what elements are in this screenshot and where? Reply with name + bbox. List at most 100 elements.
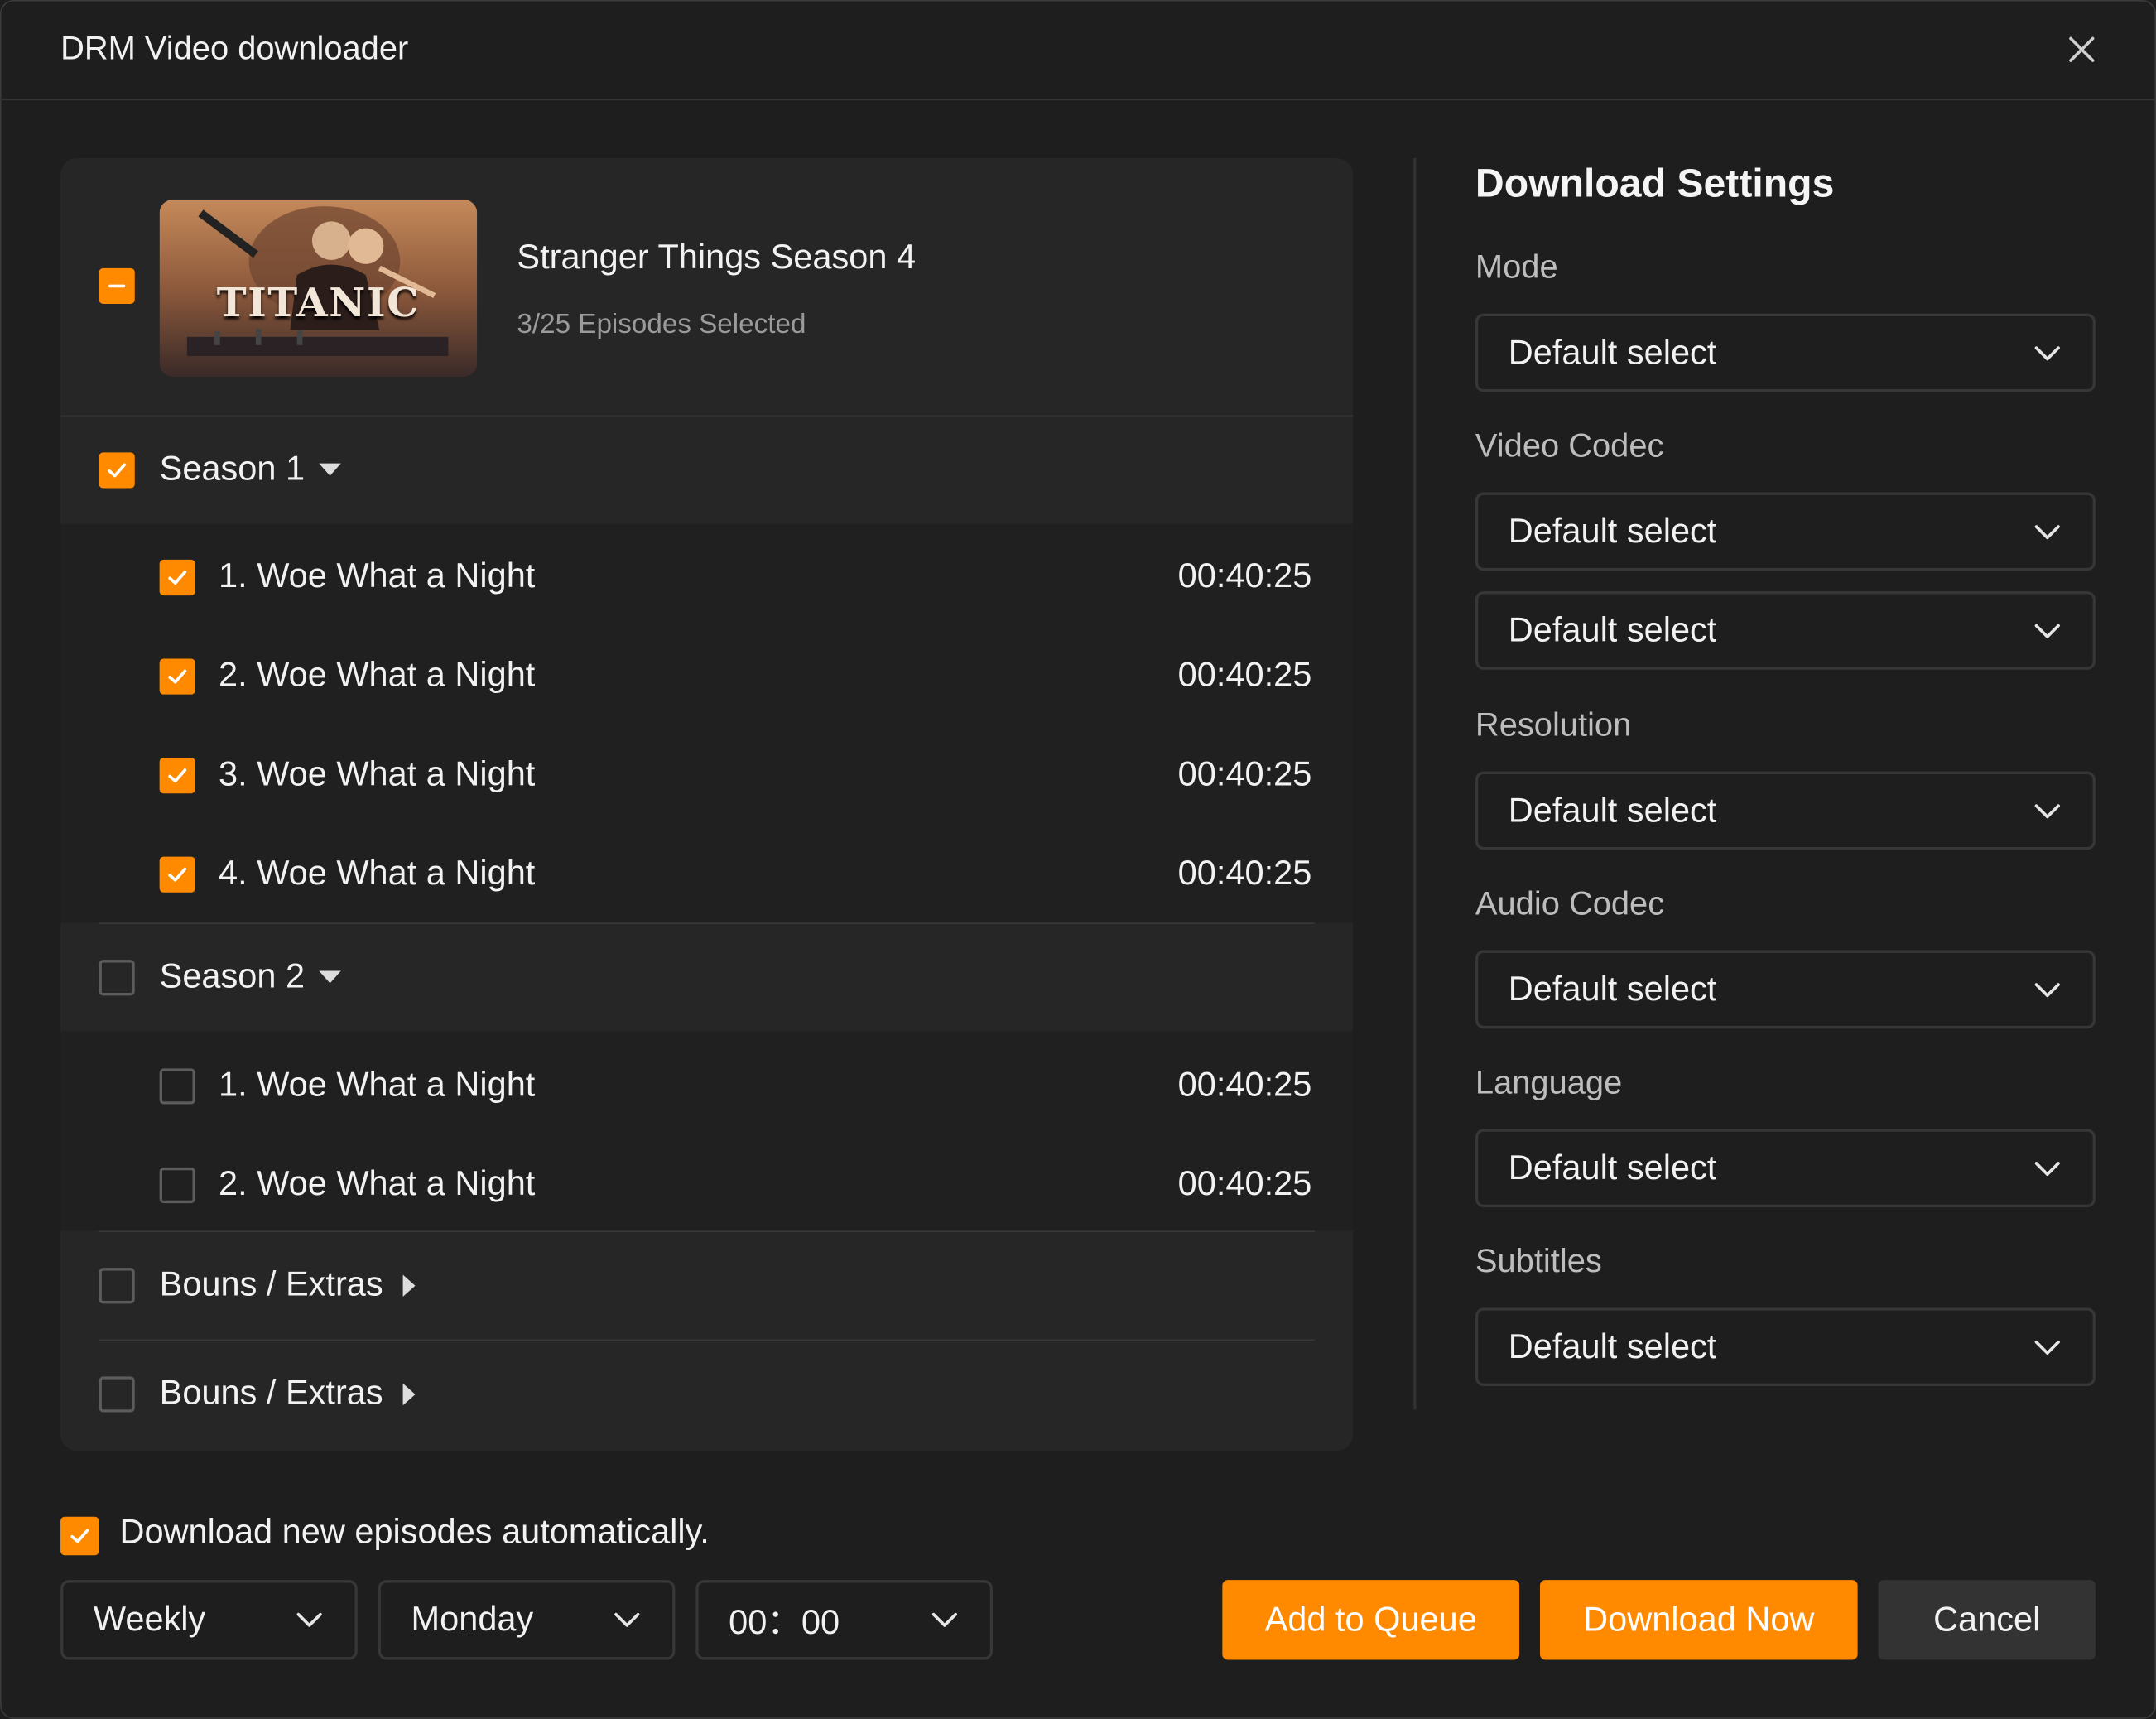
subtitles-label: Subtitles	[1475, 1243, 1602, 1281]
episode-title: 4. Woe What a Night	[219, 854, 536, 893]
audio-codec-select-value: Default select	[1508, 969, 1717, 1009]
episode-row[interactable]: 1. Woe What a Night 00:40:25	[60, 524, 1353, 624]
extras-1-checkbox[interactable]	[99, 1268, 135, 1304]
audio-codec-select[interactable]: Default select	[1475, 950, 2096, 1029]
caret-right-icon	[402, 1274, 415, 1297]
download-now-button[interactable]: Download Now	[1539, 1580, 1858, 1660]
day-select[interactable]: Monday	[378, 1580, 676, 1660]
episode-row[interactable]: 1. Woe What a Night 00:40:25	[60, 1036, 1353, 1135]
season-1-episodes: 1. Woe What a Night 00:40:25 2. Woe What…	[60, 523, 1354, 923]
episode-row[interactable]: 2. Woe What a Night 00:40:25	[60, 623, 1353, 722]
season-2-label: Season 2	[159, 956, 306, 996]
show-header: TITANIC Stranger Things Season 4 3/25 Ep…	[60, 158, 1354, 417]
time-select-value: 00：00	[729, 1603, 840, 1642]
chevron-down-icon	[2034, 623, 2060, 638]
caret-down-icon	[318, 970, 341, 984]
video-codec-label: Video Codec	[1475, 427, 1664, 465]
season-2-toggle[interactable]: Season 2	[160, 957, 341, 997]
language-select-value: Default select	[1508, 1148, 1717, 1187]
season-1-toggle[interactable]: Season 1	[160, 450, 341, 489]
episode-panel: TITANIC Stranger Things Season 4 3/25 Ep…	[60, 157, 1354, 1452]
add-to-queue-button[interactable]: Add to Queue	[1222, 1580, 1520, 1660]
episode-checkbox[interactable]	[159, 758, 195, 794]
resolution-select-value: Default select	[1508, 790, 1717, 830]
episodes-selected-count: 3/25 Episodes Selected	[517, 309, 806, 340]
thumbnail-title-text: TITANIC	[216, 279, 421, 326]
season-2-episodes: 1. Woe What a Night 00:40:25 2. Woe What…	[60, 1031, 1354, 1234]
episode-duration: 00:40:25	[1177, 1164, 1312, 1204]
subtitles-select[interactable]: Default select	[1475, 1307, 2096, 1386]
episode-checkbox[interactable]	[159, 658, 195, 695]
frequency-select-value: Weekly	[93, 1600, 206, 1639]
chevron-down-icon	[2034, 1161, 2060, 1176]
episode-checkbox[interactable]	[159, 1167, 195, 1204]
chevron-down-icon	[614, 1612, 640, 1627]
video-codec-select[interactable]: Default select	[1475, 492, 2096, 571]
episode-checkbox[interactable]	[159, 856, 195, 893]
episode-checkbox[interactable]	[159, 559, 195, 596]
video-codec-select-value: Default select	[1508, 511, 1717, 551]
episode-duration: 00:40:25	[1177, 754, 1312, 794]
episode-duration: 00:40:25	[1177, 656, 1312, 695]
video-codec-select-2-value: Default select	[1508, 610, 1717, 649]
frequency-select[interactable]: Weekly	[60, 1580, 358, 1660]
show-thumbnail: TITANIC	[159, 199, 478, 378]
mode-select-value: Default select	[1508, 332, 1717, 372]
title-bar: DRM Video downloader	[0, 0, 2156, 101]
subtitles-select-value: Default select	[1508, 1327, 1717, 1366]
close-icon[interactable]	[2062, 31, 2101, 69]
season-1-checkbox[interactable]	[99, 452, 135, 489]
episode-checkbox[interactable]	[159, 1068, 195, 1105]
episode-title: 3. Woe What a Night	[219, 754, 536, 794]
episode-title: 2. Woe What a Night	[219, 656, 536, 695]
chevron-down-icon	[2034, 1340, 2060, 1355]
mode-select[interactable]: Default select	[1475, 313, 2096, 392]
resolution-select[interactable]: Default select	[1475, 771, 2096, 850]
auto-download-label: Download new episodes automatically.	[119, 1512, 710, 1552]
chevron-down-icon	[296, 1612, 322, 1627]
season-row-2[interactable]: Season 2	[60, 923, 1354, 1032]
chevron-down-icon	[2034, 982, 2060, 997]
extras-1-label: Bouns / Extras	[159, 1264, 383, 1304]
chevron-down-icon	[931, 1612, 958, 1627]
show-title: Stranger Things Season 4	[517, 238, 917, 277]
episode-title: 2. Woe What a Night	[219, 1164, 536, 1204]
resolution-label: Resolution	[1475, 706, 1632, 744]
episode-title: 1. Woe What a Night	[219, 1066, 536, 1105]
app-window: DRM Video downloader TITANIC Stranger Th…	[0, 0, 2156, 1719]
extras-1-toggle[interactable]: Bouns / Extras	[160, 1265, 415, 1305]
caret-right-icon	[402, 1382, 415, 1405]
chevron-down-icon	[2034, 345, 2060, 360]
season-2-checkbox[interactable]	[99, 960, 135, 996]
season-row-1[interactable]: Season 1	[60, 417, 1354, 524]
episode-duration: 00:40:25	[1177, 1066, 1312, 1105]
chevron-down-icon	[2034, 803, 2060, 818]
auto-download-checkbox[interactable]	[60, 1516, 99, 1556]
audio-codec-label: Audio Codec	[1475, 885, 1665, 923]
extras-2-label: Bouns / Extras	[159, 1374, 383, 1413]
extras-2-checkbox[interactable]	[99, 1376, 135, 1413]
extras-2-toggle[interactable]: Bouns / Extras	[160, 1374, 415, 1413]
mode-label: Mode	[1475, 248, 1558, 286]
episode-row[interactable]: 3. Woe What a Night 00:40:25	[60, 722, 1353, 821]
extras-row-1[interactable]: Bouns / Extras	[60, 1231, 1354, 1340]
episode-duration: 00:40:25	[1177, 854, 1312, 893]
episode-duration: 00:40:25	[1177, 556, 1312, 596]
season-1-label: Season 1	[159, 450, 306, 489]
episode-row[interactable]: 4. Woe What a Night 00:40:25	[60, 821, 1353, 920]
caret-down-icon	[318, 463, 341, 476]
window-title: DRM Video downloader	[60, 30, 409, 68]
select-all-checkbox[interactable]	[99, 267, 135, 305]
language-label: Language	[1475, 1064, 1623, 1102]
time-select[interactable]: 00：00	[695, 1580, 994, 1660]
settings-title: Download Settings	[1475, 161, 1835, 207]
cancel-button[interactable]: Cancel	[1878, 1580, 2096, 1660]
day-select-value: Monday	[411, 1600, 534, 1639]
video-codec-select-2[interactable]: Default select	[1475, 591, 2096, 670]
episode-row[interactable]: 2. Woe What a Night 00:40:25	[60, 1134, 1353, 1234]
chevron-down-icon	[2034, 524, 2060, 539]
episode-title: 1. Woe What a Night	[219, 556, 536, 596]
language-select[interactable]: Default select	[1475, 1129, 2096, 1208]
vertical-separator	[1413, 157, 1417, 1410]
extras-row-2[interactable]: Bouns / Extras	[60, 1341, 1354, 1448]
